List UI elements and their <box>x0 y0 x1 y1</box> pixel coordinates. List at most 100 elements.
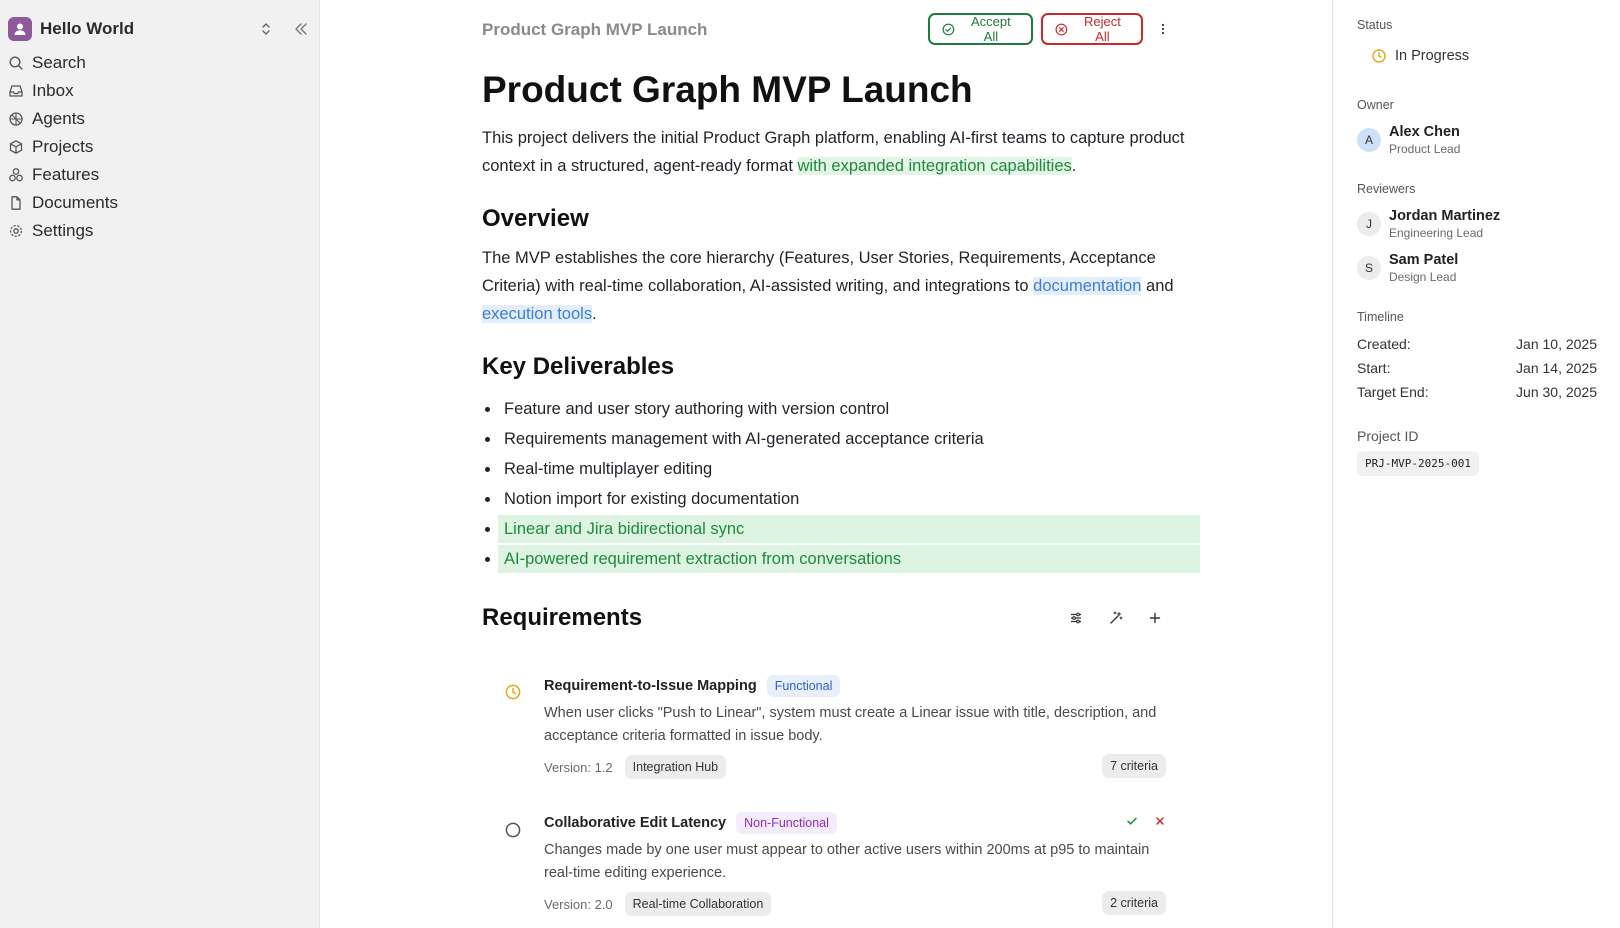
list-item-text: Requirements management with AI-generate… <box>504 430 984 448</box>
filter-button[interactable] <box>1067 609 1085 627</box>
document-body[interactable]: Product Graph MVP Launch This project de… <box>482 64 1200 574</box>
timeline-row-label: Target End: <box>1357 384 1429 400</box>
execution-tools-link[interactable]: execution tools <box>482 305 593 323</box>
feature-chip[interactable]: Integration Hub <box>624 755 727 779</box>
sidebar-item-agents[interactable]: Agents <box>8 105 312 133</box>
suggested-insertion[interactable]: with expanded integration capabilities <box>797 157 1072 175</box>
criteria-count-badge[interactable]: 7 criteria <box>1102 754 1166 778</box>
avatar: A <box>1357 128 1381 152</box>
more-vertical-icon <box>1161 23 1165 35</box>
requirement-version: Version: 1.2 <box>544 759 613 775</box>
owner-name: Alex Chen <box>1389 124 1460 140</box>
sidebar-item-label: Search <box>32 53 86 72</box>
requirement-title[interactable]: Collaborative Edit Latency <box>544 815 726 831</box>
requirements-header: Requirements <box>482 601 1194 635</box>
sidebar-item-settings[interactable]: Settings <box>8 217 312 245</box>
suggestion-actions <box>1126 815 1166 827</box>
status-selector[interactable]: In Progress <box>1371 48 1469 64</box>
sidebar: Hello World Search Inbox Agents Projects… <box>0 0 320 928</box>
sidebar-item-label: Features <box>32 165 100 184</box>
avatar: S <box>1357 256 1381 280</box>
owner-info: Alex Chen Product Lead <box>1389 124 1460 156</box>
check-icon[interactable] <box>1126 815 1138 827</box>
list-item: Notion import for existing documentation <box>482 484 1194 514</box>
clock-icon[interactable] <box>504 683 522 701</box>
sidebar-item-documents[interactable]: Documents <box>8 189 312 217</box>
accept-all-label: Accept All <box>971 14 1011 44</box>
reviewer[interactable]: J Jordan Martinez Engineering Lead <box>1357 208 1500 240</box>
timeline-row-value[interactable]: Jan 14, 2025 <box>1516 360 1597 376</box>
deliverables-list: Feature and user story authoring with ve… <box>482 394 1200 574</box>
owner-label: Owner <box>1357 98 1394 112</box>
reviewer[interactable]: S Sam Patel Design Lead <box>1357 252 1458 284</box>
criteria-count-badge[interactable]: 2 criteria <box>1102 891 1166 915</box>
requirement-card[interactable]: Collaborative Edit Latency Non-Functiona… <box>482 810 1194 928</box>
feature-chip[interactable]: Real-time Collaboration <box>624 892 772 916</box>
main-content: Product Graph MVP Launch Accept All Reje… <box>320 0 1332 928</box>
check-circle-icon <box>942 23 955 35</box>
timeline-row-label: Start: <box>1357 360 1391 376</box>
sidebar-item-inbox[interactable]: Inbox <box>8 77 312 105</box>
avatar: J <box>1357 212 1381 236</box>
requirements-heading: Requirements <box>482 604 643 631</box>
sidebar-item-search[interactable]: Search <box>8 49 312 77</box>
reviewers-label: Reviewers <box>1357 182 1416 196</box>
requirement-description: Changes made by one user must appear to … <box>544 842 1150 881</box>
sidebar-item-projects[interactable]: Projects <box>8 133 312 161</box>
empty-circle-icon[interactable] <box>504 821 522 839</box>
timeline-label: Timeline <box>1357 310 1404 324</box>
list-item-text: AI-powered requirement extraction from c… <box>504 550 902 568</box>
search-icon <box>9 56 23 70</box>
page-title: Product Graph MVP Launch <box>482 69 973 110</box>
workspace-switcher[interactable]: Hello World <box>8 14 312 44</box>
owner[interactable]: A Alex Chen Product Lead <box>1357 124 1460 156</box>
reject-all-button[interactable]: Reject All <box>1041 13 1143 45</box>
requirement-meta: Version: 1.2 Integration Hub 7 criteria <box>544 754 1184 780</box>
list-item-text: Notion import for existing documentation <box>504 490 800 508</box>
documentation-link[interactable]: documentation <box>1033 277 1142 295</box>
magic-wand-icon <box>1110 611 1123 624</box>
x-circle-icon <box>1055 23 1068 35</box>
requirement-type-badge: Non-Functional <box>736 812 837 834</box>
accept-all-button[interactable]: Accept All <box>928 13 1033 45</box>
requirement-type-badge: Functional <box>766 675 841 697</box>
plus-icon <box>1149 612 1161 624</box>
requirement-title[interactable]: Requirement-to-Issue Mapping <box>544 678 757 694</box>
overview-end: . <box>592 305 597 323</box>
sidebar-item-label: Agents <box>32 109 85 128</box>
sliders-icon <box>1071 612 1081 624</box>
project-id-value[interactable]: PRJ-MVP-2025-001 <box>1357 451 1479 476</box>
workspace-name: Hello World <box>40 19 135 38</box>
ai-generate-button[interactable] <box>1107 609 1125 627</box>
owner-role: Product Lead <box>1389 142 1461 156</box>
reviewer-name: Jordan Martinez <box>1389 208 1501 224</box>
status-label: Status <box>1357 18 1393 32</box>
list-item: Feature and user story authoring with ve… <box>482 394 1194 424</box>
chevron-up-down-icon[interactable] <box>258 21 274 37</box>
sidebar-item-label: Documents <box>32 193 118 212</box>
collapse-sidebar-icon[interactable] <box>292 20 310 38</box>
requirement-description: When user clicks "Push to Linear", syste… <box>544 705 1157 744</box>
properties-panel: Status In Progress Owner A Alex Chen Pro… <box>1332 0 1620 928</box>
agents-icon <box>9 112 23 126</box>
breadcrumb[interactable]: Product Graph MVP Launch <box>482 20 707 40</box>
list-item-suggested[interactable]: AI-powered requirement extraction from c… <box>482 544 1200 574</box>
reviewer-role: Engineering Lead <box>1389 226 1484 240</box>
sidebar-item-label: Projects <box>32 137 94 156</box>
intro-paragraph: This project delivers the initial Produc… <box>482 124 1194 180</box>
requirement-card[interactable]: Requirement-to-Issue Mapping Functional … <box>482 673 1194 791</box>
list-item-suggested[interactable]: Linear and Jira bidirectional sync <box>482 514 1200 544</box>
timeline-row-value[interactable]: Jan 10, 2025 <box>1516 336 1597 352</box>
overview-and: and <box>1146 277 1174 295</box>
box-icon <box>9 140 23 154</box>
add-requirement-button[interactable] <box>1146 609 1164 627</box>
reject-all-label: Reject All <box>1083 14 1121 44</box>
more-options-button[interactable] <box>1154 19 1172 39</box>
list-item: Requirements management with AI-generate… <box>482 424 1194 454</box>
sidebar-item-features[interactable]: Features <box>8 161 312 189</box>
requirement-version: Version: 2.0 <box>544 896 613 912</box>
close-icon[interactable] <box>1154 815 1166 827</box>
gear-icon <box>9 224 23 238</box>
requirement-title-row: Collaborative Edit Latency Non-Functiona… <box>544 810 1184 836</box>
timeline-row-value[interactable]: Jun 30, 2025 <box>1516 384 1597 400</box>
